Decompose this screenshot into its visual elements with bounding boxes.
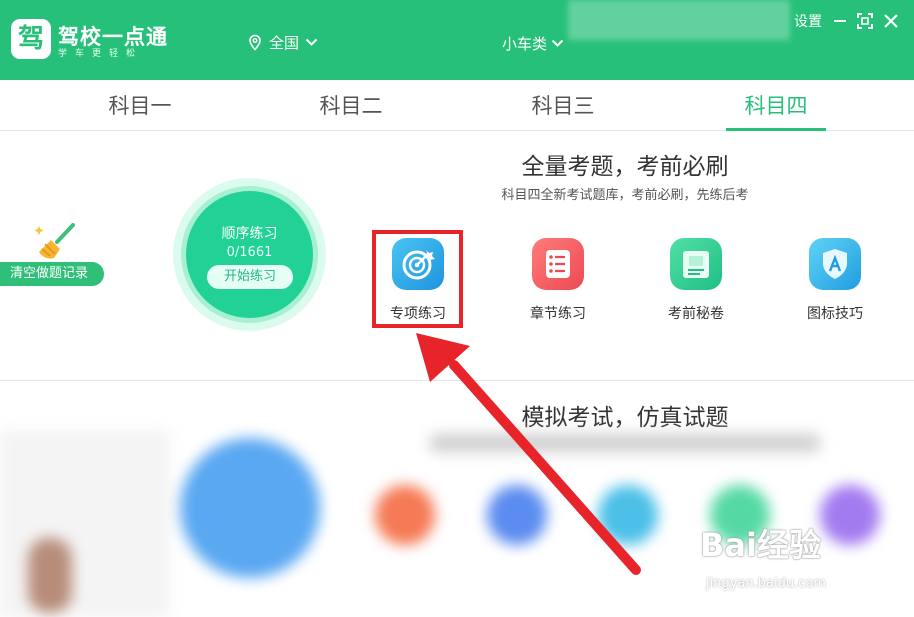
section-subtitle: 科目四全新考试题库，考前必刷，先练后考 xyxy=(501,188,749,203)
location-pin-icon xyxy=(249,34,261,51)
tab-subject-1[interactable]: 科目一 xyxy=(80,90,200,120)
section2-title: 模拟考试，仿真试题 xyxy=(521,405,729,431)
fullscreen-icon[interactable] xyxy=(856,12,874,30)
location-selector[interactable]: 全国 xyxy=(247,32,318,53)
shield-a-icon xyxy=(809,238,861,290)
clear-record-button[interactable]: 清空做题记录 xyxy=(0,262,104,286)
start-practice-button[interactable]: 开始练习 xyxy=(207,265,293,289)
tab-subject-4[interactable]: 科目四 xyxy=(716,90,836,120)
sequence-practice-count: 0/1661 xyxy=(226,245,273,260)
chevron-down-icon xyxy=(305,38,318,46)
blurred-user-area xyxy=(568,0,790,40)
title-bar: 驾 驾校一点通 学车更轻松 全国 小车类 设置 xyxy=(0,0,914,80)
watermark-url: jingyan.baidu.com xyxy=(706,576,826,591)
section-divider xyxy=(0,380,914,381)
list-icon xyxy=(532,238,584,290)
active-tab-indicator xyxy=(726,128,826,131)
chevron-down-icon xyxy=(551,39,564,47)
settings-button[interactable]: 设置 xyxy=(794,11,822,31)
broom-icon xyxy=(34,223,75,259)
car-type-label: 小车类 xyxy=(502,35,548,53)
watermark: Bai经验 xyxy=(700,526,821,564)
tab-subject-3[interactable]: 科目三 xyxy=(503,90,623,120)
app-logo: 驾 xyxy=(11,19,51,59)
logo-glyph: 驾 xyxy=(17,24,44,54)
close-icon[interactable] xyxy=(882,12,900,30)
car-type-selector[interactable]: 小车类 xyxy=(502,33,564,54)
sequence-practice-title: 顺序练习 xyxy=(221,226,278,242)
feature-label: 图标技巧 xyxy=(807,306,863,322)
feature-label: 考前秘卷 xyxy=(668,306,724,322)
highlight-box xyxy=(372,230,463,328)
section-title: 全量考题，考前必刷 xyxy=(521,154,729,180)
location-label: 全国 xyxy=(269,34,300,52)
subject-tabs: 科目一 科目二 科目三 科目四 xyxy=(0,80,914,131)
feature-label: 章节练习 xyxy=(530,306,586,322)
minimize-icon[interactable] xyxy=(831,12,849,30)
tab-subject-2[interactable]: 科目二 xyxy=(291,90,411,120)
app-subtitle: 学车更轻松 xyxy=(58,49,144,59)
scroll-icon xyxy=(670,238,722,290)
